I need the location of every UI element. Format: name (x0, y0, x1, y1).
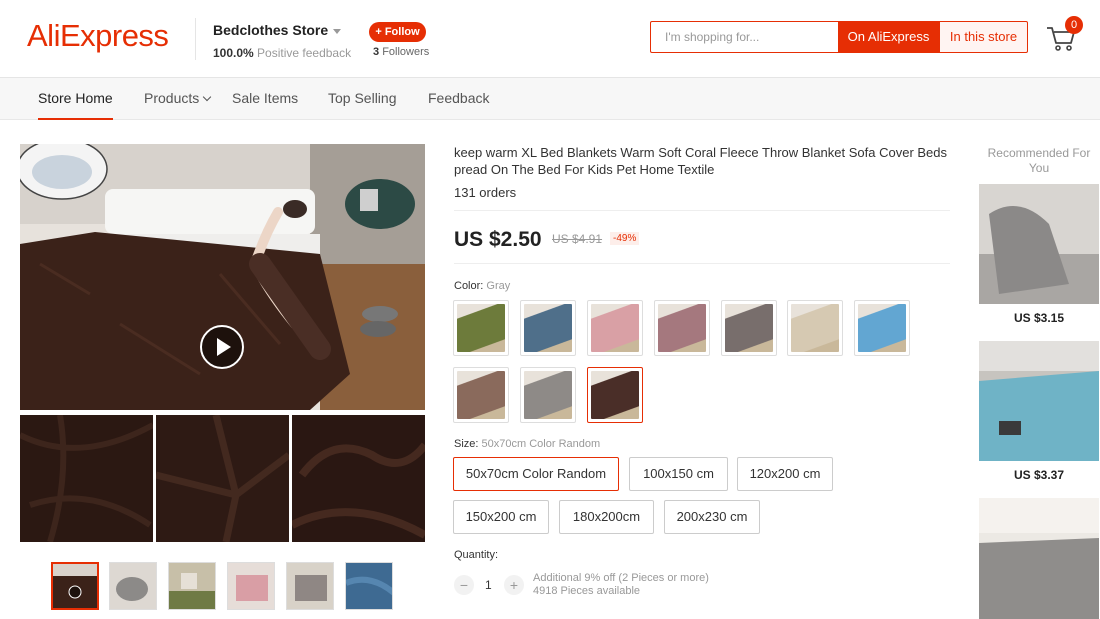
quantity-input[interactable]: 1 (485, 578, 492, 592)
size-option[interactable]: 50x70cm Color Random (453, 457, 619, 491)
recommended-item-price: US $3.37 (1013, 468, 1065, 482)
color-swatch[interactable] (453, 300, 509, 356)
color-swatch[interactable] (654, 300, 710, 356)
chevron-down-icon (333, 28, 342, 34)
divider (454, 263, 950, 264)
color-swatch[interactable] (587, 367, 643, 423)
store-name[interactable]: Bedclothes Store (213, 22, 342, 38)
feedback-label: Positive feedback (257, 46, 352, 60)
swatch-image (791, 304, 839, 352)
color-swatch[interactable] (787, 300, 843, 356)
original-price: US $4.91 (552, 232, 603, 246)
recommended-item-image[interactable] (979, 498, 1099, 619)
divider (454, 210, 950, 211)
discount-badge: -49% (610, 232, 640, 245)
recommended-item-price: US $3.15 (1013, 311, 1065, 325)
swatch-image (457, 371, 505, 419)
thumbnail[interactable] (286, 562, 334, 610)
thumbnail-video[interactable] (51, 562, 99, 610)
thumbnail[interactable] (109, 562, 157, 610)
chevron-down-icon (203, 92, 212, 102)
product-gallery (20, 144, 425, 542)
swatch-image (524, 304, 572, 352)
search-aliexpress-button[interactable]: On AliExpress (838, 21, 939, 53)
swatch-image (725, 304, 773, 352)
thumbnail[interactable] (227, 562, 275, 610)
current-price: US $2.50 (454, 228, 542, 251)
color-swatch[interactable] (721, 300, 777, 356)
color-swatch[interactable] (854, 300, 910, 356)
stock-available: 4918 Pieces available (533, 585, 641, 597)
size-option[interactable]: 120x200 cm (737, 457, 833, 491)
color-swatch[interactable] (520, 367, 576, 423)
play-video-icon[interactable] (200, 325, 244, 369)
gallery-image (292, 415, 425, 542)
color-label: Color: Gray (454, 280, 511, 292)
bulk-discount-text: Additional 9% off (2 Pieces or more) (533, 572, 709, 584)
swatch-image (858, 304, 906, 352)
swatch-image (658, 304, 706, 352)
color-swatch[interactable] (587, 300, 643, 356)
recommended-item-image[interactable] (979, 341, 1099, 461)
nav-products[interactable]: Products (144, 78, 212, 120)
selected-size: 50x70cm Color Random (481, 438, 601, 450)
selected-color: Gray (486, 280, 511, 292)
swatch-image (457, 304, 505, 352)
quantity-increase-button[interactable]: + (504, 575, 524, 595)
thumbnail[interactable] (345, 562, 393, 610)
store-header: AliExpress Bedclothes Store 100.0% Posit… (0, 0, 1100, 78)
product-title: keep warm XL Bed Blankets Warm Soft Cora… (454, 145, 948, 177)
orders-count: 131 orders (454, 185, 517, 200)
search-store-button[interactable]: In this store (939, 21, 1028, 53)
size-option[interactable]: 200x230 cm (664, 500, 760, 534)
quantity-info: Additional 9% off (2 Pieces or more) 491… (533, 572, 709, 598)
quantity-decrease-button[interactable]: − (454, 575, 474, 595)
gallery-image (20, 415, 153, 542)
recommended-item-image[interactable] (979, 184, 1099, 304)
nav-top-selling[interactable]: Top Selling (328, 78, 397, 120)
nav-sale-items[interactable]: Sale Items (232, 78, 298, 120)
cart-count-badge: 0 (1065, 16, 1083, 34)
quantity-label: Quantity: (454, 549, 499, 561)
size-option[interactable]: 100x150 cm (629, 457, 728, 491)
store-feedback: 100.0% Positive feedback (213, 46, 351, 60)
feedback-percent: 100.0% (213, 46, 254, 60)
swatch-image (591, 371, 639, 419)
swatch-image (591, 304, 639, 352)
follow-button[interactable]: + Follow (369, 22, 426, 42)
followers-count: 3 Followers (373, 46, 430, 58)
search-input[interactable]: I'm shopping for... (650, 21, 838, 53)
aliexpress-logo[interactable]: AliExpress (27, 18, 169, 54)
store-nav: Store Home Products Sale Items Top Selli… (0, 78, 1100, 120)
color-swatch[interactable] (453, 367, 509, 423)
header-divider (195, 18, 196, 60)
color-swatch[interactable] (520, 300, 576, 356)
size-label: Size: 50x70cm Color Random (454, 438, 601, 450)
swatch-image (524, 371, 572, 419)
nav-store-home[interactable]: Store Home (38, 78, 113, 120)
thumbnail[interactable] (168, 562, 216, 610)
size-option[interactable]: 180x200cm (559, 500, 654, 534)
recommended-title: Recommended For You (987, 146, 1091, 175)
gallery-image (156, 415, 289, 542)
nav-feedback[interactable]: Feedback (428, 78, 489, 120)
main-product-image[interactable] (20, 144, 425, 410)
size-option[interactable]: 150x200 cm (453, 500, 549, 534)
